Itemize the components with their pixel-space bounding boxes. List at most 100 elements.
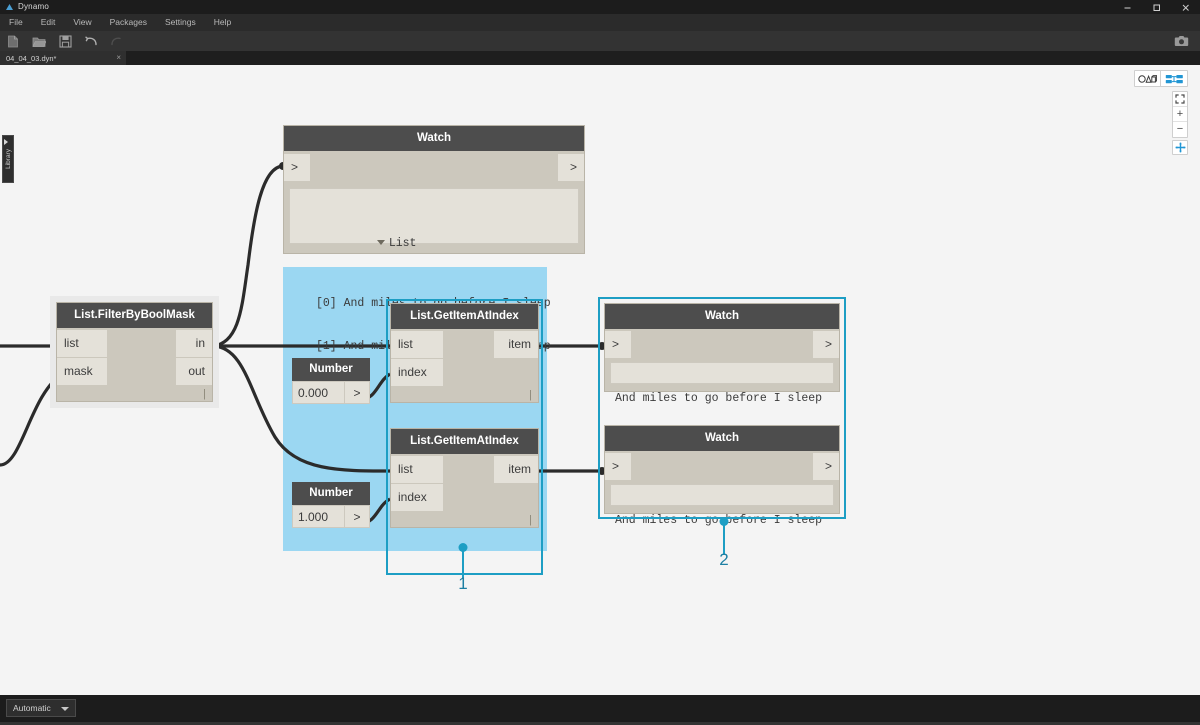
node-ports: > > [284, 151, 584, 185]
geometry-view-icon[interactable] [1135, 71, 1161, 86]
toolbar [0, 31, 1200, 51]
node-footer: | [529, 514, 532, 526]
port-out-0[interactable]: > [344, 381, 370, 404]
node-footer: | [529, 389, 532, 401]
graph-view-icon[interactable] [1161, 71, 1187, 86]
port-in-list[interactable]: list [391, 331, 443, 358]
node-body: Watch > > List [0] And miles to go befor… [283, 125, 585, 353]
save-icon[interactable] [52, 31, 78, 51]
window-controls [1113, 0, 1200, 14]
sidebar-item-label: Library [4, 149, 12, 169]
node-footer: | [203, 388, 206, 400]
minimize-icon[interactable] [1113, 0, 1142, 14]
node-watch-right-1[interactable]: Watch > > And miles to go before I sleep [604, 303, 840, 405]
chevron-down-icon[interactable] [61, 707, 69, 711]
pan-icon[interactable] [1172, 140, 1188, 155]
window-title: Dynamo [18, 2, 49, 11]
watch-result-panel: And miles to go before I sleep [610, 362, 834, 405]
tab-label: 04_04_03.dyn* [6, 53, 57, 63]
port-out-out[interactable]: out [176, 358, 212, 385]
port-in-0[interactable]: > [605, 453, 631, 480]
watch-result-panel: List [0] And miles to go before I sleep … [289, 188, 579, 353]
node-title: List.FilterByBoolMask [57, 303, 212, 328]
menu-item-view[interactable]: View [64, 14, 100, 31]
callout-2: 2 [709, 517, 739, 569]
new-file-icon[interactable] [0, 31, 26, 51]
zoom-out-button[interactable]: − [1173, 122, 1187, 137]
zoom-in-button[interactable]: + [1173, 107, 1187, 122]
number-input[interactable]: 0.000 [292, 381, 344, 404]
toolbar-right-group [1168, 31, 1194, 51]
callout-number: 1 [458, 574, 468, 593]
dynamo-window: Dynamo File Edit View Packages Settings … [0, 0, 1200, 725]
menu-item-help[interactable]: Help [205, 14, 240, 31]
node-title: Watch [605, 426, 839, 451]
tab-04-04-03-dyn[interactable]: 04_04_03.dyn* × [0, 51, 126, 65]
node-body: List.GetItemAtIndex list index item | [390, 303, 539, 403]
camera-icon[interactable] [1168, 31, 1194, 51]
title-bar: Dynamo [0, 0, 1200, 14]
node-list-filterbyboolmask[interactable]: List.FilterByBoolMask list mask in out | [50, 296, 219, 408]
port-in-index[interactable]: index [391, 359, 443, 386]
port-out-0[interactable]: > [813, 453, 839, 480]
chevron-right-icon[interactable] [4, 139, 8, 145]
port-out-in[interactable]: in [176, 330, 212, 357]
node-ports: > > [605, 451, 839, 481]
status-bar: Automatic [0, 695, 1200, 725]
dynamo-logo-icon [5, 3, 14, 12]
callout-number: 2 [719, 550, 729, 569]
graph-canvas[interactable]: Library + − Watch > > List [0] And miles… [0, 65, 1200, 695]
view-toggle-group [1134, 70, 1188, 87]
zoom-to-fit-icon[interactable] [1173, 92, 1187, 107]
port-in-mask[interactable]: mask [57, 358, 107, 385]
close-icon[interactable]: × [116, 51, 121, 65]
node-title: List.GetItemAtIndex [391, 304, 538, 329]
node-watch-right-2[interactable]: Watch > > And miles to go before I sleep [604, 425, 840, 527]
node-ports: > > [605, 329, 839, 359]
port-in-index[interactable]: index [391, 484, 443, 511]
node-list-getitematindex-2[interactable]: List.GetItemAtIndex list index item | [390, 428, 539, 528]
maximize-icon[interactable] [1142, 0, 1171, 14]
watch-result-item: And miles to go before I sleep [615, 392, 823, 405]
collapse-triangle-icon[interactable] [376, 240, 385, 246]
menu-item-edit[interactable]: Edit [32, 14, 65, 31]
redo-icon[interactable] [104, 31, 130, 51]
port-in-0[interactable]: > [284, 154, 310, 181]
number-input[interactable]: 1.000 [292, 505, 344, 528]
node-body: Watch > > And miles to go before I sleep [604, 425, 840, 527]
port-in-list[interactable]: list [57, 330, 107, 357]
node-title: Watch [284, 126, 584, 151]
port-out-item[interactable]: item [494, 456, 538, 483]
port-in-list[interactable]: list [391, 456, 443, 483]
close-icon[interactable] [1171, 0, 1200, 14]
node-list-getitematindex-1[interactable]: List.GetItemAtIndex list index item | [390, 303, 539, 403]
menu-item-file[interactable]: File [0, 14, 32, 31]
node-value-row: 1.000 > [292, 505, 370, 528]
port-out-0[interactable]: > [813, 331, 839, 358]
node-watch-top[interactable]: Watch > > List [0] And miles to go befor… [283, 125, 585, 353]
node-title: List.GetItemAtIndex [391, 429, 538, 454]
menu-item-packages[interactable]: Packages [101, 14, 156, 31]
menu-item-settings[interactable]: Settings [156, 14, 205, 31]
node-title: Number [292, 358, 370, 381]
menu-bar: File Edit View Packages Settings Help [0, 14, 1200, 31]
port-out-0[interactable]: > [558, 154, 584, 181]
port-out-item[interactable]: item [494, 331, 538, 358]
tab-bar: 04_04_03.dyn* × [0, 51, 1200, 65]
port-out-0[interactable]: > [344, 505, 370, 528]
node-number-1[interactable]: Number 0.000 > [292, 358, 370, 404]
run-mode-label: Automatic [13, 703, 51, 713]
node-value-row: 0.000 > [292, 381, 370, 404]
port-in-0[interactable]: > [605, 331, 631, 358]
undo-icon[interactable] [78, 31, 104, 51]
node-ports: list index item | [391, 329, 538, 402]
node-body: List.FilterByBoolMask list mask in out | [56, 302, 213, 402]
open-folder-icon[interactable] [26, 31, 52, 51]
run-mode-select[interactable]: Automatic [6, 699, 76, 717]
callout-1: 1 [448, 543, 478, 593]
node-body: Watch > > And miles to go before I sleep [604, 303, 840, 405]
zoom-controls: + − [1172, 91, 1188, 138]
node-title: Watch [605, 304, 839, 329]
node-number-2[interactable]: Number 1.000 > [292, 482, 370, 528]
node-ports: list index item | [391, 454, 538, 527]
